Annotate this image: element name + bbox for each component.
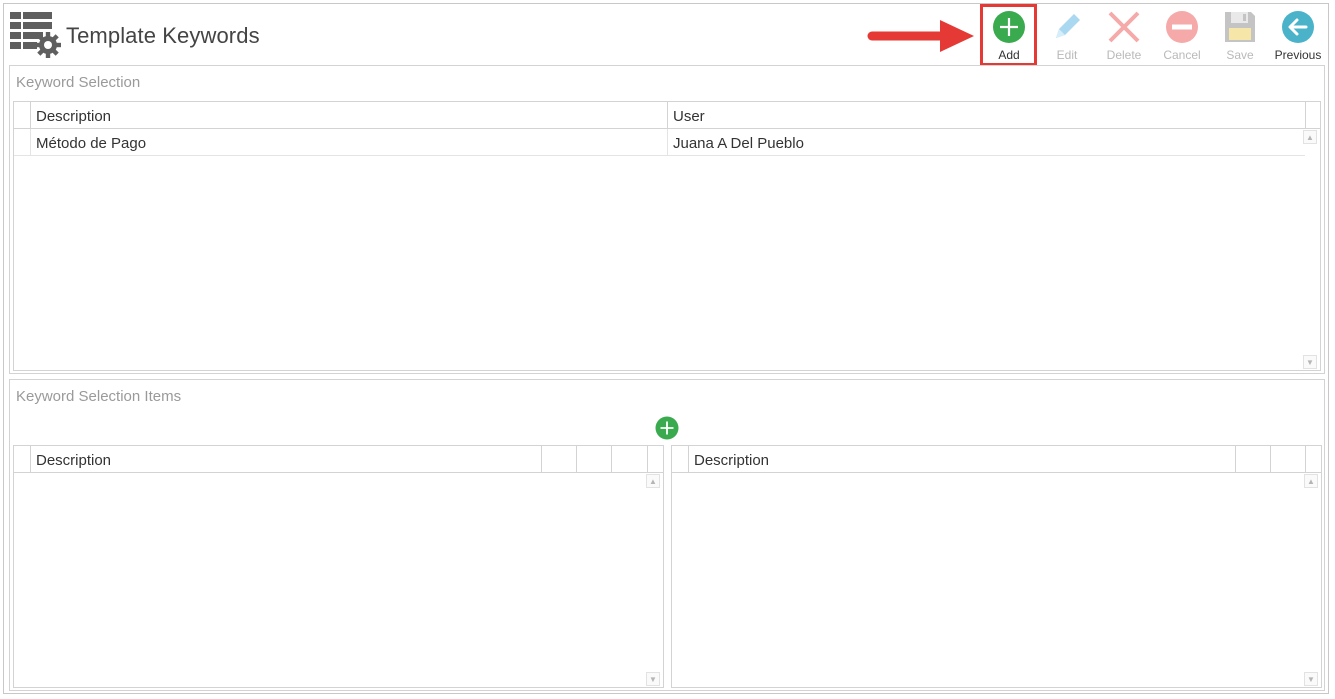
- scroll-up-icon[interactable]: ▲: [646, 474, 660, 488]
- column-header-action-1: [1235, 446, 1270, 473]
- table-settings-icon: [10, 12, 61, 58]
- column-header-spacer: [647, 446, 663, 473]
- column-header-action-3: [611, 446, 647, 473]
- vertical-scrollbar[interactable]: ▲ ▼: [1303, 130, 1319, 369]
- vertical-scrollbar[interactable]: ▲ ▼: [1304, 474, 1320, 686]
- add-item-button[interactable]: [655, 416, 679, 440]
- column-header-user[interactable]: User: [667, 102, 1305, 129]
- keyword-selection-panel: Keyword Selection Description User Métod…: [9, 65, 1325, 374]
- keyword-selection-grid: Description User Método de Pago Juana A …: [13, 101, 1321, 371]
- arrow-left-circle-icon: [1282, 11, 1314, 43]
- save-label: Save: [1226, 48, 1254, 62]
- grid-header: Description: [14, 446, 663, 473]
- keyword-selection-items-title: Keyword Selection Items: [16, 388, 182, 405]
- floppy-disk-icon: [1225, 12, 1255, 42]
- table-row[interactable]: Método de Pago Juana A Del Pueblo: [14, 129, 1305, 156]
- edit-label: Edit: [1056, 48, 1078, 62]
- cancel-button[interactable]: Cancel: [1154, 7, 1210, 65]
- edit-button[interactable]: Edit: [1039, 7, 1095, 65]
- items-right-grid: Description ▲ ▼: [671, 445, 1322, 688]
- scroll-down-icon[interactable]: ▼: [1304, 672, 1318, 686]
- x-icon: [1108, 11, 1140, 43]
- previous-label: Previous: [1274, 48, 1322, 62]
- scroll-up-icon[interactable]: ▲: [1304, 474, 1318, 488]
- vertical-scrollbar[interactable]: ▲ ▼: [646, 474, 662, 686]
- scroll-down-icon[interactable]: ▼: [646, 672, 660, 686]
- page-title: Template Keywords: [66, 23, 260, 48]
- grid-header: Description User: [14, 102, 1320, 129]
- previous-button[interactable]: Previous: [1270, 7, 1326, 65]
- minus-circle-icon: [1166, 11, 1198, 43]
- pencil-icon: [1056, 14, 1080, 38]
- arrow-annotation-icon: [867, 20, 974, 52]
- column-header-description[interactable]: Description: [688, 446, 1235, 473]
- grid-header: Description: [672, 446, 1321, 473]
- window-frame: Template Keywords Add Edit Delete Cancel: [3, 3, 1329, 694]
- column-header-action-2: [576, 446, 611, 473]
- delete-button[interactable]: Delete: [1096, 7, 1152, 65]
- add-highlight-box: [980, 4, 1037, 66]
- column-header-spacer: [1305, 446, 1321, 473]
- cancel-label: Cancel: [1163, 48, 1201, 62]
- column-header-action-2: [1270, 446, 1305, 473]
- items-left-grid: Description ▲ ▼: [13, 445, 664, 688]
- cell-description: Método de Pago: [30, 129, 667, 156]
- column-header-spacer: [1305, 102, 1320, 129]
- column-header-action-1: [541, 446, 576, 473]
- delete-label: Delete: [1106, 48, 1142, 62]
- column-header-description[interactable]: Description: [30, 446, 541, 473]
- scroll-up-icon[interactable]: ▲: [1303, 130, 1317, 144]
- scroll-down-icon[interactable]: ▼: [1303, 355, 1317, 369]
- column-header-description[interactable]: Description: [30, 102, 667, 129]
- keyword-selection-title: Keyword Selection: [16, 74, 141, 91]
- save-button[interactable]: Save: [1212, 7, 1268, 65]
- cell-user: Juana A Del Pueblo: [667, 129, 1305, 156]
